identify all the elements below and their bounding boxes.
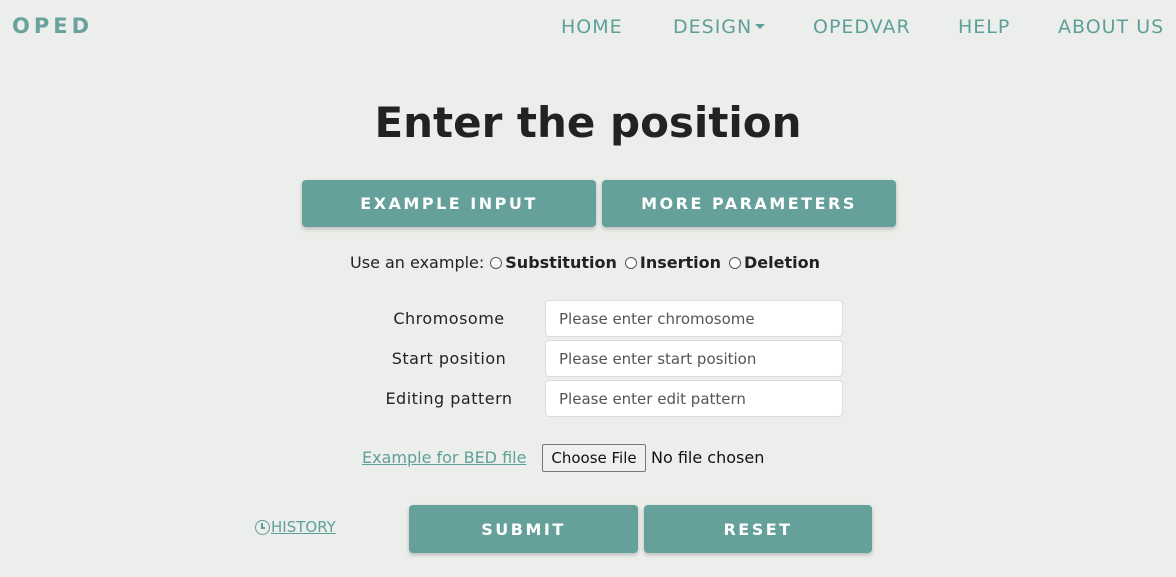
- history-link[interactable]: HISTORY: [255, 518, 336, 536]
- choose-file-button[interactable]: Choose File: [542, 444, 646, 472]
- nav-opedvar[interactable]: OPEDVAR: [813, 16, 911, 38]
- start-position-label: Start position: [391, 349, 507, 368]
- radio-substitution[interactable]: [490, 256, 503, 269]
- chromosome-label: Chromosome: [393, 309, 505, 328]
- more-parameters-button[interactable]: MORE PARAMETERS: [602, 180, 896, 227]
- nav-help[interactable]: HELP: [958, 16, 1010, 38]
- nav-design-label: DESIGN: [673, 16, 753, 38]
- example-selector: Use an example: Substitution Insertion D…: [0, 253, 1176, 272]
- history-label: HISTORY: [271, 518, 336, 536]
- example-label: Use an example:: [350, 253, 485, 272]
- clock-icon: [255, 520, 270, 535]
- editing-pattern-input[interactable]: [545, 380, 843, 417]
- chromosome-input[interactable]: [545, 300, 843, 337]
- option-insertion-label: Insertion: [639, 253, 721, 272]
- main-nav: HOME DESIGN OPEDVAR HELP ABOUT US: [0, 16, 1176, 42]
- editing-pattern-label: Editing pattern: [385, 389, 513, 408]
- page-title: Enter the position: [374, 98, 802, 147]
- start-position-input[interactable]: [545, 340, 843, 377]
- nav-home[interactable]: HOME: [561, 16, 623, 38]
- option-deletion-label: Deletion: [743, 253, 820, 272]
- example-input-button[interactable]: EXAMPLE INPUT: [302, 180, 596, 227]
- bed-example-link[interactable]: Example for BED file: [362, 448, 526, 467]
- file-status: No file chosen: [651, 448, 765, 467]
- option-substitution-label: Substitution: [505, 253, 617, 272]
- nav-about-us[interactable]: ABOUT US: [1058, 16, 1164, 38]
- page: OPED HOME DESIGN OPEDVAR HELP ABOUT US E…: [0, 0, 1176, 577]
- reset-button[interactable]: RESET: [644, 505, 872, 553]
- radio-insertion[interactable]: [624, 256, 637, 269]
- nav-design[interactable]: DESIGN: [673, 16, 766, 38]
- caret-down-icon: [755, 23, 766, 29]
- submit-button[interactable]: SUBMIT: [409, 505, 638, 553]
- radio-deletion[interactable]: [728, 256, 741, 269]
